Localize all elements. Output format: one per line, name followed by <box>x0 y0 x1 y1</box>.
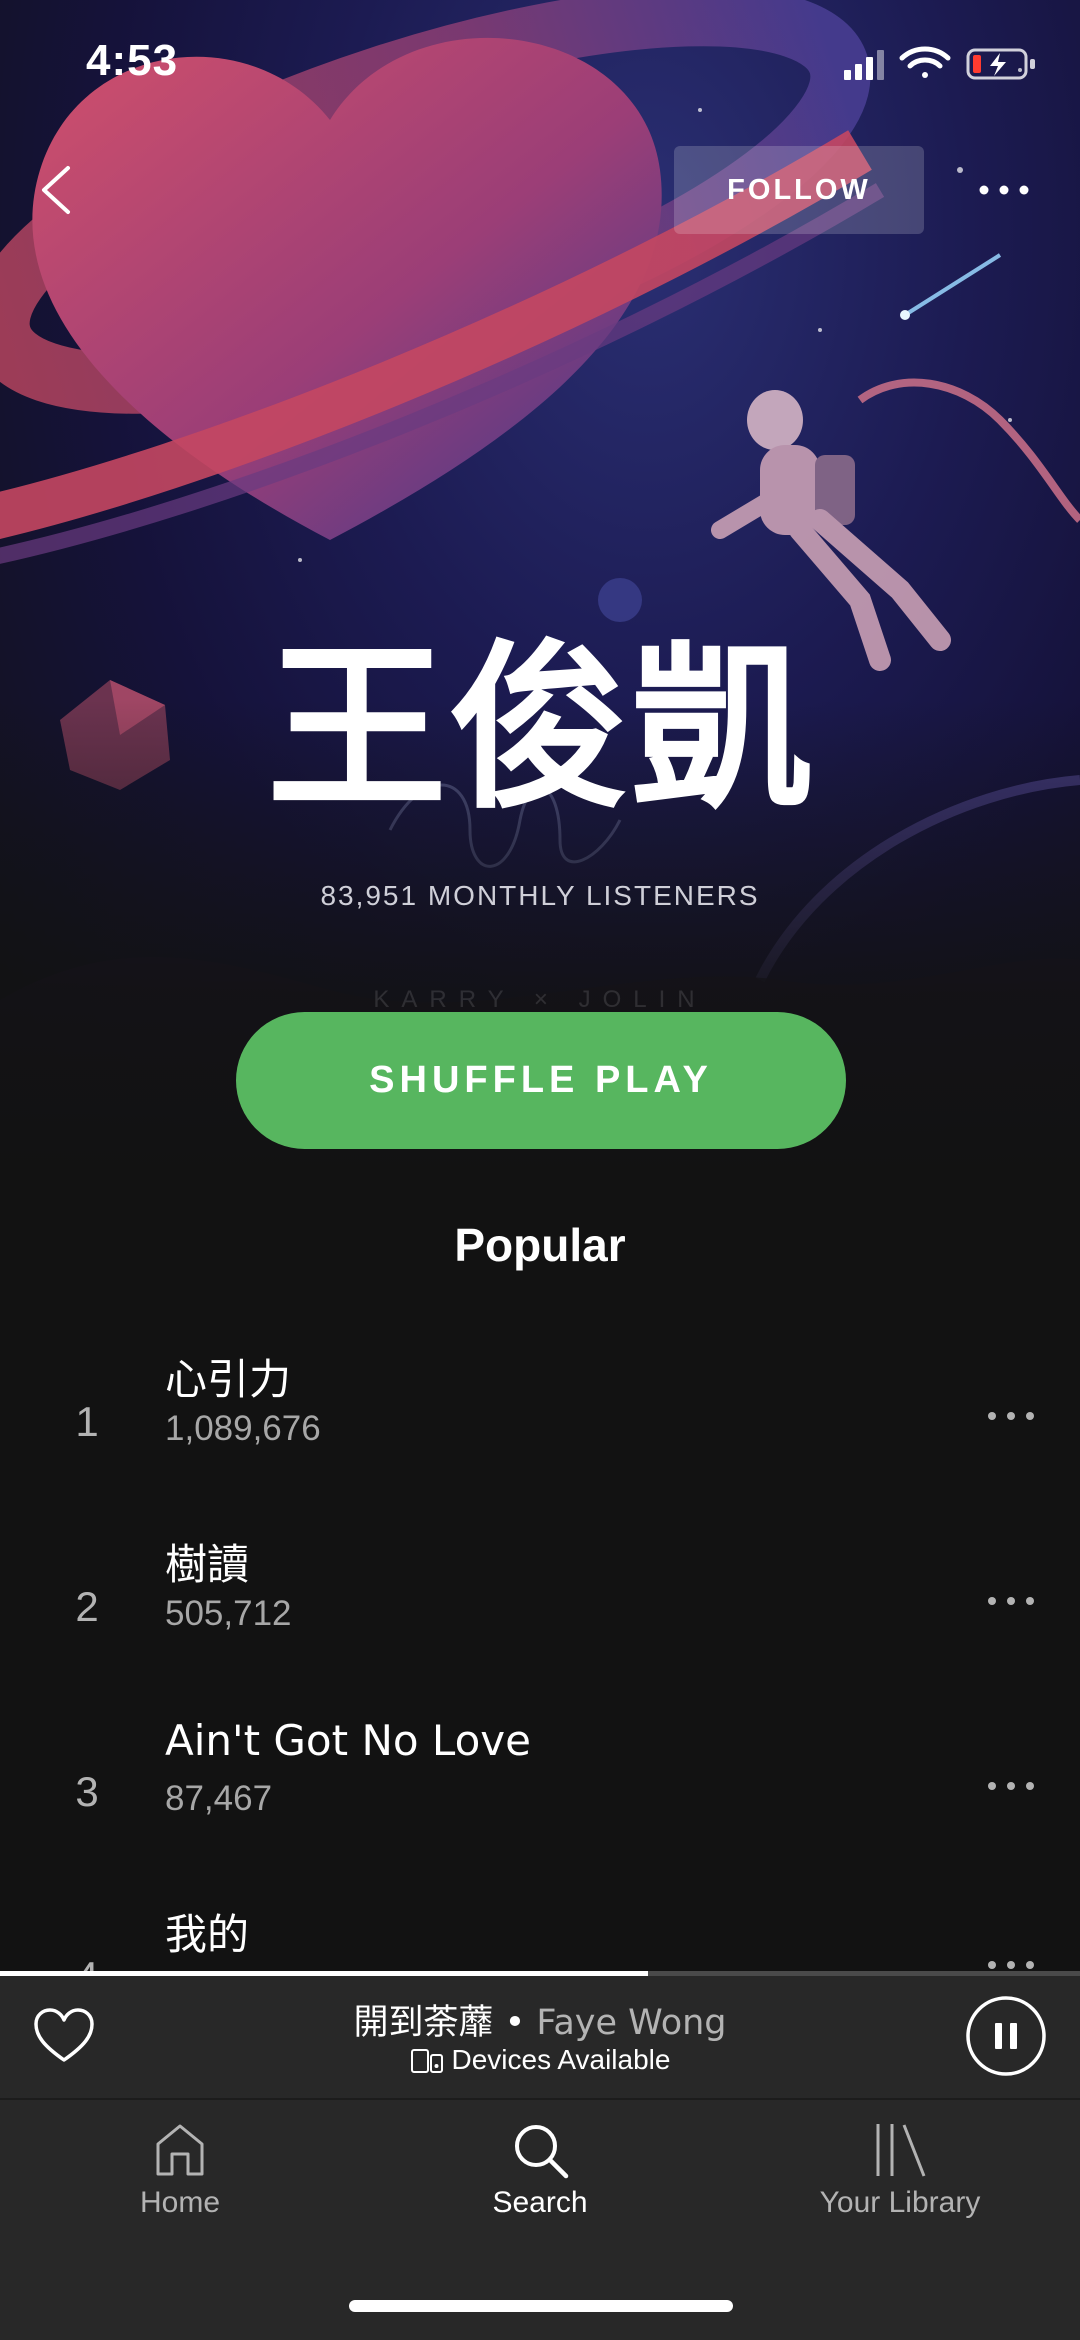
status-time: 4:53 <box>86 36 179 85</box>
status-icons <box>844 46 1035 80</box>
battery-charging-icon <box>966 48 1035 80</box>
track-play-count: 1,089,676 <box>165 1409 321 1448</box>
now-playing-separator: • <box>493 2003 537 2043</box>
tab-home[interactable]: Home <box>0 2120 360 2240</box>
status-bar: 4:53 <box>0 0 1080 130</box>
pause-icon <box>995 2023 1017 2049</box>
devices-icon <box>410 2049 443 2073</box>
cellular-signal-icon <box>844 50 884 80</box>
chevron-left-icon <box>42 166 70 214</box>
home-icon <box>156 2124 204 2176</box>
tab-search[interactable]: Search <box>360 2120 720 2240</box>
shuffle-play-button[interactable]: SHUFFLE PLAY <box>236 1012 846 1149</box>
now-playing-bar[interactable]: 開到荼蘼 • Faye Wong Devices Available <box>0 1976 1080 2098</box>
track-rank: 3 <box>75 1768 99 1815</box>
track-title: 心引力 <box>165 1355 292 1404</box>
devices-available[interactable]: Devices Available <box>0 2044 1080 2076</box>
more-horizontal-icon[interactable] <box>986 1406 1036 1426</box>
art-watermark: KARRY × JOLIN <box>373 986 707 1013</box>
more-options-button[interactable] <box>976 170 1032 210</box>
search-icon <box>515 2125 569 2179</box>
track-rank: 1 <box>75 1398 99 1445</box>
astronaut-figure <box>711 378 1080 671</box>
now-playing-song: 開到荼蘼 <box>353 2003 494 2043</box>
more-horizontal-icon[interactable] <box>986 1776 1036 1796</box>
track-row[interactable]: 2 樹讀 505,712 <box>0 1531 1080 1701</box>
track-play-count: 505,712 <box>165 1594 292 1633</box>
wifi-icon <box>899 46 951 78</box>
track-row[interactable]: 1 心引力 1,089,676 <box>0 1346 1080 1516</box>
track-title: Ain't Got No Love <box>165 1716 531 1765</box>
now-playing-title: 開到荼蘼 • Faye Wong <box>0 1994 1080 2045</box>
tab-label: Your Library <box>819 2186 981 2219</box>
tab-label: Home <box>139 2186 221 2219</box>
popular-heading: Popular <box>454 1219 626 1271</box>
devices-label: Devices Available <box>451 2044 671 2075</box>
follow-button[interactable]: FOLLOW <box>674 146 924 234</box>
home-indicator <box>349 2300 733 2312</box>
track-title: 我的 <box>165 1910 250 1959</box>
more-horizontal-icon[interactable] <box>986 1591 1036 1611</box>
pause-button[interactable] <box>964 1994 1048 2078</box>
track-play-count: 87,467 <box>165 1779 273 1818</box>
back-button[interactable] <box>30 160 90 220</box>
track-rank: 2 <box>75 1583 99 1630</box>
track-row[interactable]: 3 Ain't Got No Love 87,467 <box>0 1716 1080 1886</box>
tab-label: Search <box>492 2186 588 2219</box>
monthly-listeners: 83,951 MONTHLY LISTENERS <box>320 880 760 911</box>
more-horizontal-icon[interactable] <box>986 1955 1036 1971</box>
track-title: 樹讀 <box>165 1540 250 1589</box>
track-row[interactable]: 4 我的 <box>0 1901 1080 1971</box>
artist-name: 王俊凱 <box>266 625 813 834</box>
now-playing-artist: Faye Wong <box>536 2003 727 2043</box>
tab-your-library[interactable]: Your Library <box>720 2120 1080 2240</box>
library-icon <box>876 2124 926 2177</box>
more-horizontal-icon <box>979 185 1029 195</box>
track-rank: 4 <box>62 1953 112 1971</box>
